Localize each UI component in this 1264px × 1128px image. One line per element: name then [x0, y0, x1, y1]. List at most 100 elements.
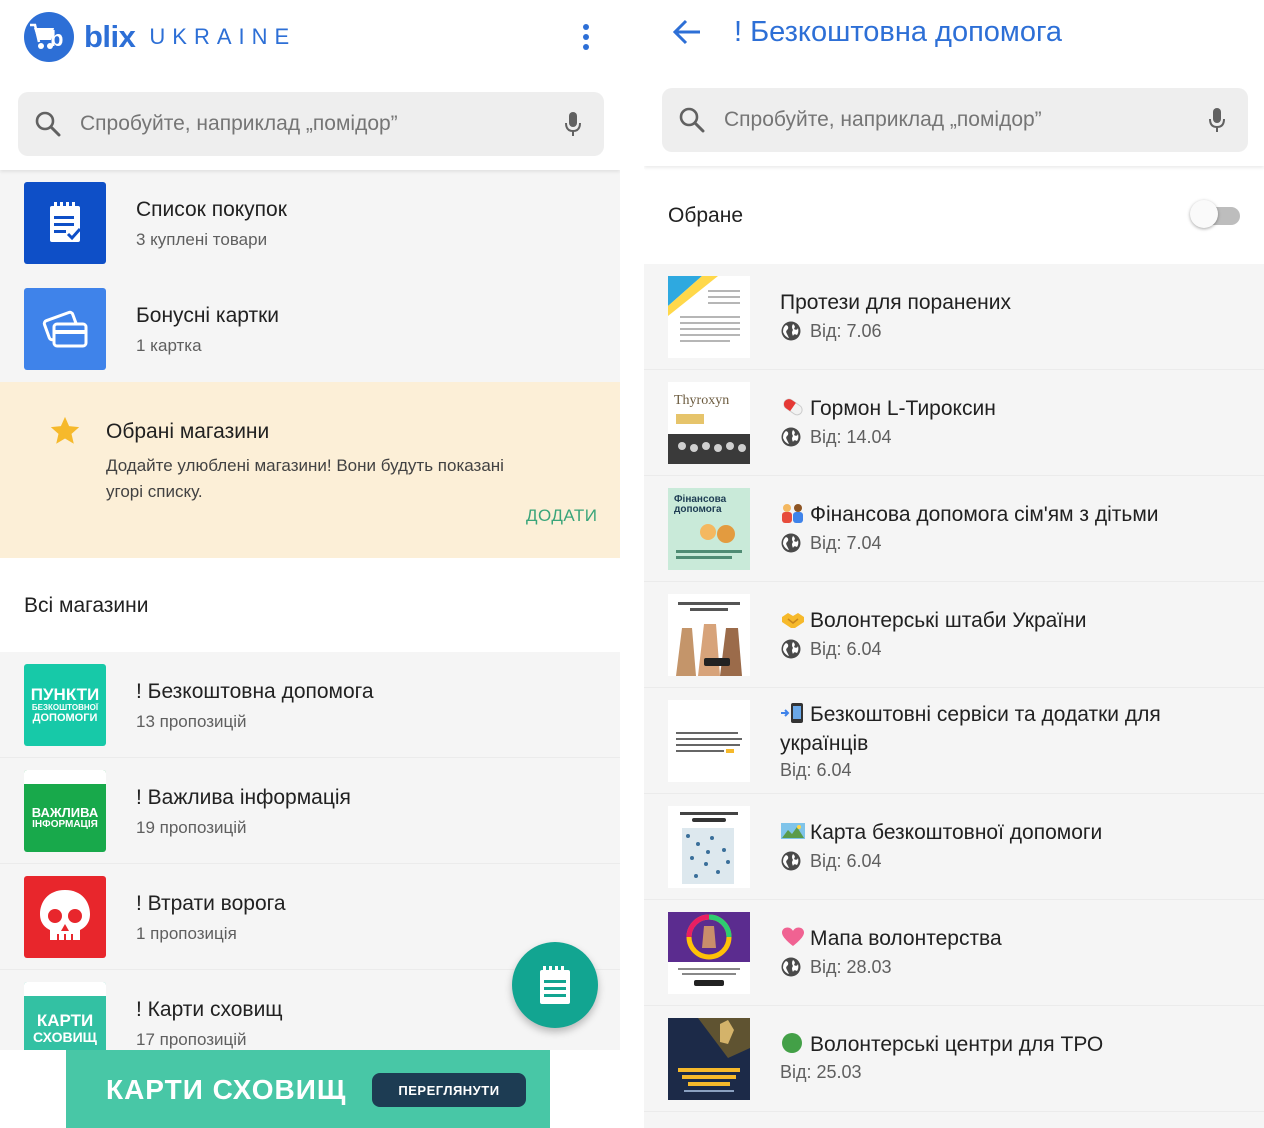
- store-row-important-info[interactable]: ВАЖЛИВА ІНФОРМАЦІЯ ! Важлива інформація …: [0, 758, 620, 864]
- green-circle-icon: [780, 1032, 806, 1054]
- offer-date: Від: 28.03: [810, 956, 892, 977]
- tile-text: КАРТИ: [36, 1011, 94, 1030]
- search-icon: [678, 106, 706, 134]
- search-input[interactable]: Спробуйте, наприклад „помідор”: [80, 112, 564, 136]
- search-icon: [34, 110, 62, 138]
- more-options-icon[interactable]: [576, 22, 596, 52]
- store-title: ! Втрати ворога: [136, 892, 286, 915]
- offer-row[interactable]: Безкоштовні сервіси та додатки для украї…: [644, 688, 1264, 794]
- banner-view-button[interactable]: ПЕРЕГЛЯНУТИ: [372, 1073, 526, 1107]
- offer-thumbnail: [668, 700, 750, 782]
- offer-row[interactable]: Протези для поранених Від: 7.06: [644, 264, 1264, 370]
- blix-logo[interactable]: b blix UKRAINE: [24, 12, 296, 62]
- offer-row[interactable]: Thyroxyn Гормон L-Тироксин Від: 14.04: [644, 370, 1264, 476]
- offer-date: Від: 14.04: [810, 426, 892, 447]
- offer-title: Гормон L-Тироксин: [780, 394, 1220, 423]
- offer-date-row: Від: 7.06: [780, 320, 882, 342]
- microphone-icon[interactable]: [1208, 106, 1226, 134]
- globe-icon: [781, 427, 801, 447]
- favorites-toggle[interactable]: [1190, 200, 1240, 228]
- offer-thumbnail: [668, 912, 750, 994]
- offer-title-text: Волонтерські центри для ТРО: [810, 1033, 1104, 1056]
- offer-date-row: Від: 14.04: [780, 426, 892, 448]
- store-offers-count: 19 пропозицій: [136, 818, 247, 837]
- search-bar[interactable]: Спробуйте, наприклад „помідор”: [18, 92, 604, 156]
- offer-row[interactable]: Волонтерські центри для ТРО Від: 25.03: [644, 1006, 1264, 1112]
- offer-date: Від: 25.03: [780, 1062, 862, 1082]
- shopping-list-fab[interactable]: [512, 942, 598, 1028]
- offer-row[interactable]: Мапа волонтерства Від: 28.03: [644, 900, 1264, 1006]
- star-icon: [48, 414, 82, 448]
- offer-title: Протези для поранених: [780, 291, 1012, 314]
- bonus-card-icon: [24, 288, 106, 370]
- bonus-cards-title: Бонусні картки: [136, 304, 280, 327]
- offer-title: Волонтерські центри для ТРО: [780, 1030, 1220, 1059]
- store-title: ! Карти сховищ: [136, 998, 283, 1021]
- offer-title: Безкоштовні сервіси та додатки для украї…: [780, 700, 1220, 758]
- search-input[interactable]: Спробуйте, наприклад „помідор”: [724, 108, 1208, 132]
- tile-text: ДОПОМОГИ: [32, 712, 98, 724]
- offer-date: Від: 6.04: [810, 638, 882, 659]
- tile-text: БЕЗКОШТОВНОЇ: [31, 703, 99, 712]
- store-row-free-help[interactable]: ПУНКТИ БЕЗКОШТОВНОЇ ДОПОМОГИ ! Безкоштов…: [0, 652, 620, 758]
- offer-date-row: Від: 7.04: [780, 532, 882, 554]
- offer-row[interactable]: Карта безкоштовної допомоги Від: 6.04: [644, 794, 1264, 900]
- shelter-maps-banner[interactable]: КАРТИ СХОВИЩ ПЕРЕГЛЯНУТИ: [66, 1050, 550, 1128]
- offer-date: Від: 7.06: [810, 320, 882, 341]
- offer-thumbnail: Фінансова допомога: [668, 488, 750, 570]
- offer-date: Від: 6.04: [780, 760, 852, 780]
- offer-date-row: Від: 6.04: [780, 638, 882, 660]
- store-offers-count: 13 пропозицій: [136, 712, 247, 731]
- offer-date: Від: 6.04: [810, 850, 882, 871]
- banner-title: КАРТИ СХОВИЩ: [106, 1074, 347, 1105]
- shopping-list-icon: [24, 182, 106, 264]
- search-bar[interactable]: Спробуйте, наприклад „помідор”: [662, 88, 1248, 152]
- phone-icon: [780, 702, 806, 724]
- tile-text: ВАЖЛИВА: [31, 805, 99, 820]
- back-arrow-icon[interactable]: [672, 18, 702, 46]
- favorites-toggle-label: Обране: [668, 204, 743, 227]
- store-logo-free-help: ПУНКТИ БЕЗКОШТОВНОЇ ДОПОМОГИ: [24, 664, 106, 746]
- offer-date-row: Від: 25.03: [780, 1062, 862, 1083]
- logo-country: UKRAINE: [149, 24, 297, 49]
- shopping-list-subtitle: 3 куплені товари: [136, 230, 268, 249]
- all-stores-label: Всі магазини: [24, 594, 149, 617]
- bonus-cards-row[interactable]: Бонусні картки 1 картка: [0, 276, 620, 382]
- offer-title-text: Безкоштовні сервіси та додатки для украї…: [780, 703, 1161, 755]
- store-offers-screen: ! Безкоштовна допомога Спробуйте, наприк…: [644, 0, 1264, 1128]
- handshake-icon: [780, 608, 806, 630]
- tile-text: ІНФОРМАЦІЯ: [32, 819, 98, 830]
- page-title: ! Безкоштовна допомога: [734, 16, 1063, 48]
- offer-date-row: Від: 6.04: [780, 760, 852, 781]
- tile-text: ПУНКТИ: [30, 685, 100, 704]
- add-favorite-store-button[interactable]: ДОДАТИ: [526, 506, 598, 526]
- thumbnail-text: Thyroxyn: [674, 393, 729, 408]
- heart-icon: [780, 926, 806, 948]
- offer-row[interactable]: Фінансова допомога Фінансова допомога сі…: [644, 476, 1264, 582]
- store-header: ! Безкоштовна допомога Спробуйте, наприк…: [644, 0, 1264, 166]
- offer-date: Від: 7.04: [810, 532, 882, 553]
- favorites-toggle-row: Обране: [644, 166, 1264, 264]
- tile-text: СХОВИЩ: [33, 1029, 97, 1045]
- bonus-cards-subtitle: 1 картка: [136, 336, 202, 355]
- svg-text:b: b: [50, 26, 63, 51]
- store-offers-count: 17 пропозицій: [136, 1030, 247, 1049]
- blix-logo-icon: b: [24, 12, 74, 62]
- offer-title-text: Карта безкоштовної допомоги: [810, 821, 1103, 844]
- store-offers-count: 1 пропозиція: [136, 924, 237, 943]
- offer-date-row: Від: 6.04: [780, 850, 882, 872]
- app-header: b blix UKRAINE Спробуйте, наприклад „пом…: [0, 0, 620, 170]
- globe-icon: [781, 321, 801, 341]
- globe-icon: [781, 957, 801, 977]
- stores-screen: b blix UKRAINE Спробуйте, наприклад „пом…: [0, 0, 620, 1128]
- shopping-list-title: Список покупок: [136, 198, 287, 221]
- offer-row[interactable]: Волонтерські штаби України Від: 6.04: [644, 582, 1264, 688]
- shopping-list-icon: [540, 966, 570, 1004]
- pill-icon: [780, 396, 806, 418]
- shopping-list-row[interactable]: Список покупок 3 куплені товари: [0, 170, 620, 276]
- microphone-icon[interactable]: [564, 110, 582, 138]
- favorite-stores-title: Обрані магазини: [106, 420, 270, 443]
- thumbnail-text: допомога: [674, 504, 722, 515]
- logo-brand: blix: [84, 19, 136, 54]
- offer-title: Волонтерські штаби України: [780, 606, 1220, 635]
